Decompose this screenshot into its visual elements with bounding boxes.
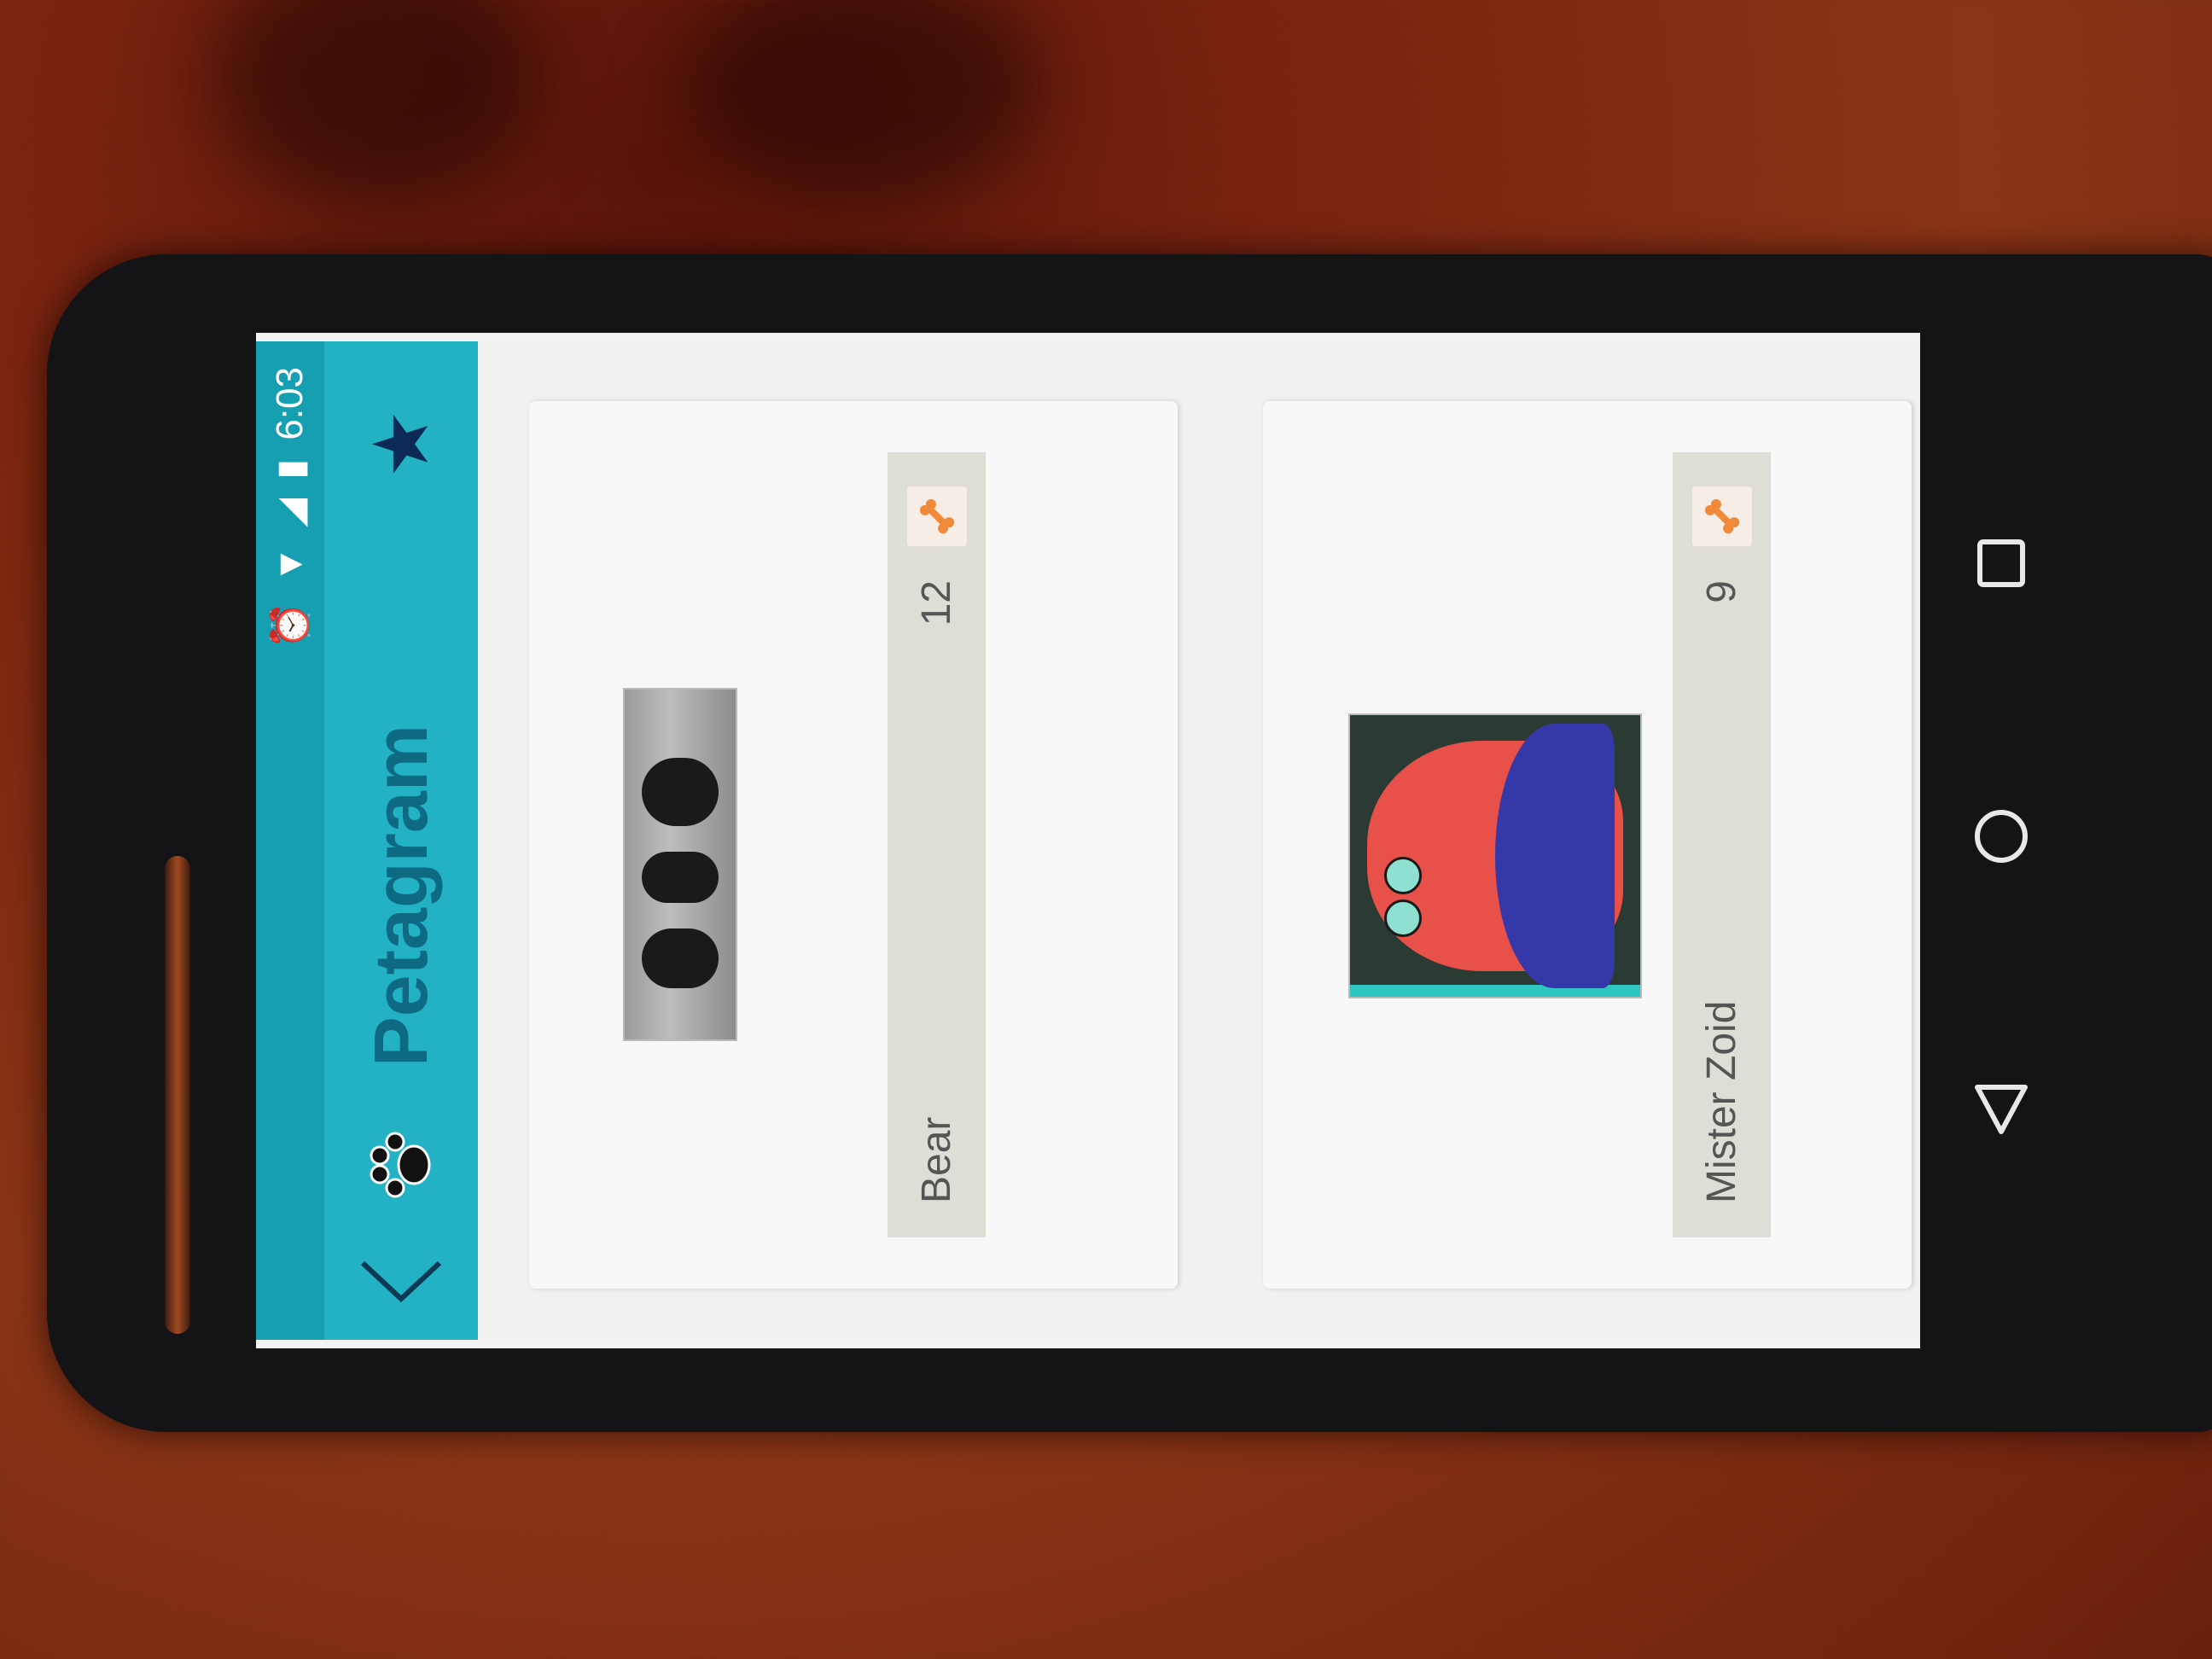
bone-icon[interactable] (1691, 486, 1752, 546)
star-icon[interactable]: ★ (357, 410, 446, 479)
paw-icon (363, 1126, 439, 1203)
pet-photo (623, 688, 737, 1041)
pet-info-bar: Mister Zoid 9 (1673, 452, 1771, 1237)
nav-recents-icon[interactable] (1967, 529, 2035, 597)
app-title: Petagram (358, 724, 443, 1067)
background-shadow (683, 0, 1041, 205)
battery-icon: ▮ (269, 458, 311, 480)
pet-photo (1348, 713, 1642, 998)
system-nav-bar (1920, 324, 2091, 1348)
phone-screen: ⏰ ▼ ◢ ▮ 6:03 Petagram ★ Bear 12 Mister Z… (256, 333, 1920, 1348)
phone-speaker (165, 856, 190, 1334)
pet-card[interactable]: Mister Zoid 9 (1263, 401, 1912, 1289)
pet-name: Mister Zoid (1699, 1000, 1744, 1203)
bone-icon[interactable] (906, 486, 967, 546)
pet-name: Bear (914, 1116, 959, 1203)
alarm-icon: ⏰ (270, 602, 311, 649)
background-shadow (213, 0, 538, 205)
nav-back-icon[interactable] (1967, 1075, 2035, 1144)
app-window: ⏰ ▼ ◢ ▮ 6:03 Petagram ★ Bear 12 Mister Z… (256, 341, 1920, 1340)
back-chevron-icon[interactable] (358, 1254, 444, 1306)
signal-icon: ◢ (269, 498, 311, 527)
pet-like-count: 9 (1699, 580, 1744, 603)
status-bar: ⏰ ▼ ◢ ▮ 6:03 (256, 341, 324, 1340)
action-bar: Petagram ★ (324, 341, 478, 1340)
pet-info-bar: Bear 12 (888, 452, 986, 1237)
wifi-icon: ▼ (269, 545, 311, 584)
nav-home-icon[interactable] (1967, 802, 2035, 870)
pet-card[interactable]: Bear 12 (529, 401, 1178, 1289)
pet-like-count: 12 (914, 580, 959, 626)
status-time: 6:03 (269, 367, 311, 440)
